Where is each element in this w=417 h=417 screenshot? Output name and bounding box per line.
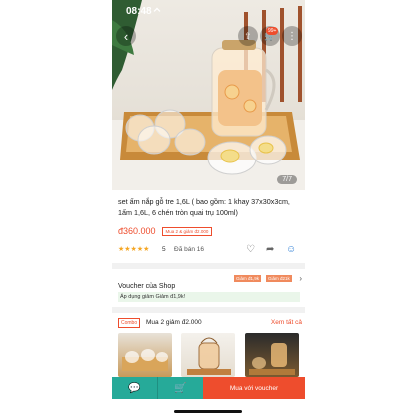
combo-section: Combo Mua 2 giảm đ2.000 Xem tất cả [118, 318, 302, 330]
chat-bubble-icon[interactable]: ☺ [286, 244, 296, 255]
sold-count: Đã bán 16 [174, 246, 204, 253]
bottom-action-bar: 💬 🛒 Mua với voucher [112, 377, 305, 399]
product-info: set ấm nắp gỗ tre 1,6L ( bao gồm: 1 khay… [118, 196, 302, 218]
location-arrow-icon [153, 7, 161, 15]
combo-product-thumb[interactable] [181, 333, 235, 377]
back-icon[interactable]: ‹ [116, 26, 136, 46]
add-to-cart-button[interactable]: 🛒 [158, 377, 203, 399]
share-arrow-icon[interactable]: ➦ [266, 244, 274, 255]
product-image[interactable]: 08:48 ‹ ⇪ 🛒 99+ ⋮ 7/7 [112, 0, 305, 190]
chat-button[interactable]: 💬 [112, 377, 158, 399]
thumb-image [187, 337, 231, 375]
product-title: set ấm nắp gỗ tre 1,6L ( bao gồm: 1 khay… [118, 197, 290, 217]
voucher-title: Voucher của Shop [118, 283, 176, 290]
cart-badge: 99+ [266, 27, 279, 35]
voucher-applied-note: Áp dụng giảm Giảm đ1,9k! [118, 292, 300, 302]
star-rating-icon: ★★★★★ [118, 246, 150, 253]
buy-with-voucher-button[interactable]: Mua với voucher [203, 377, 305, 399]
chevron-right-icon: › [299, 274, 302, 283]
combo-product-thumb[interactable] [245, 333, 299, 377]
price-row: đ360.000 Mua 2 & giảm đ2.000 [118, 226, 213, 236]
status-bar: 08:48 [112, 0, 305, 22]
combo-thumbnails [118, 333, 302, 377]
share-icon[interactable]: ⇪ [238, 26, 258, 46]
rating-row: ★★★★★ 5 Đã bán 16 ♡ ➦ ☺ [118, 244, 302, 257]
promo-badge[interactable]: Mua 2 & giảm đ2.000 [161, 226, 213, 236]
combo-tag: Combo [118, 318, 141, 328]
chat-icon: 💬 [128, 382, 141, 394]
home-indicator [174, 410, 242, 413]
thumb-image [122, 349, 168, 371]
see-all-link[interactable]: Xem tất cả [271, 319, 302, 326]
voucher-tag[interactable]: Giảm đ1,9k [234, 275, 262, 282]
status-time: 08:48 [126, 6, 152, 17]
add-cart-icon: 🛒 [174, 382, 187, 394]
more-icon[interactable]: ⋮ [282, 26, 302, 46]
phone-screen: 08:48 ‹ ⇪ 🛒 99+ ⋮ 7/7 set ấm nắp gỗ tre … [112, 0, 305, 417]
combo-product-thumb[interactable] [118, 333, 172, 377]
product-price: đ360.000 [118, 226, 156, 236]
voucher-tag[interactable]: Giảm đ21k [266, 275, 292, 282]
section-divider [112, 307, 305, 313]
combo-title: Mua 2 giảm đ2.000 [146, 319, 202, 326]
heart-icon[interactable]: ♡ [246, 244, 255, 255]
image-counter: 7/7 [277, 175, 297, 184]
section-divider [112, 263, 305, 269]
rating-value: 5 [162, 246, 166, 253]
shop-voucher[interactable]: Voucher của Shop Giảm đ1,9k Giảm đ21k › [118, 274, 302, 293]
thumb-image [249, 343, 295, 375]
